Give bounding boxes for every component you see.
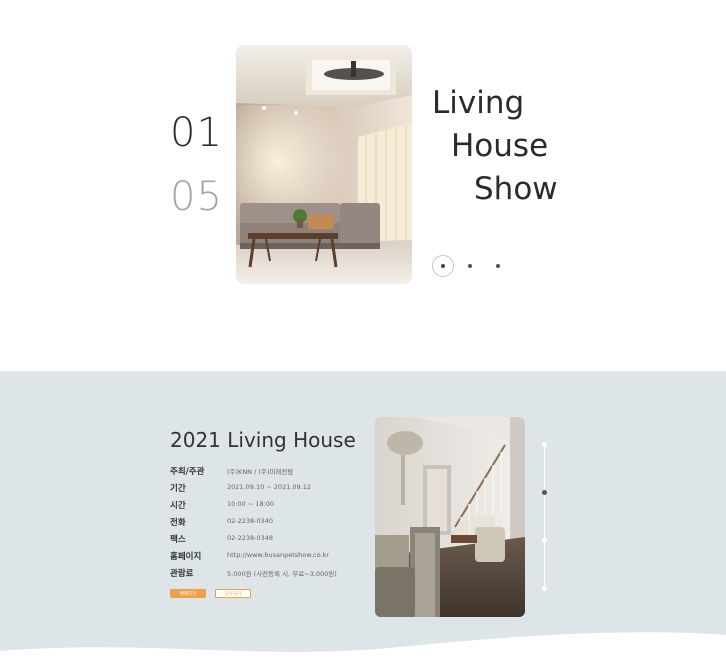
slide-dot-2[interactable] <box>459 255 481 277</box>
hero-title-line-3: Show <box>474 171 558 207</box>
living-room-illustration <box>236 45 412 284</box>
hero-title: Living House Show <box>432 82 558 211</box>
detail-label: 시간 <box>170 501 186 511</box>
event-title: 2021 Living House <box>170 428 356 452</box>
slide-dot-3[interactable] <box>487 255 509 277</box>
detail-value: (주)KNN / (주)미래전람 <box>227 468 294 476</box>
current-slide-number: 01 <box>170 110 223 156</box>
detail-value: 02-2238-0340 <box>227 517 274 525</box>
detail-label: 기간 <box>170 484 186 494</box>
hero-living-room-photo <box>236 45 412 284</box>
detail-label: 관람료 <box>170 569 194 579</box>
detail-label: 전화 <box>170 518 186 528</box>
interior-illustration <box>375 417 525 617</box>
detail-label: 팩스 <box>170 535 186 545</box>
homepage-link[interactable]: http://www.busanpetshow.co.kr <box>227 551 329 559</box>
section-pager-dot-4[interactable] <box>542 586 547 591</box>
detail-value: 10:00 ~ 18:00 <box>227 500 275 508</box>
event-info-section: 2021 Living House 주최/주관 (주)KNN / (주)미래전람… <box>0 371 726 666</box>
bottom-wave-decoration <box>0 632 726 666</box>
total-slide-number: 05 <box>170 174 223 220</box>
section-pager-dot-3[interactable] <box>542 538 547 543</box>
detail-label: 홈페이지 <box>170 552 202 562</box>
detail-value: 5,000원 (사전등록 시, 무료~3,000원) <box>227 570 337 578</box>
reserve-button[interactable]: 예매하기 <box>170 589 206 598</box>
hero-title-line-1: Living <box>432 85 525 121</box>
hero-section: 01 05 Living House Show <box>0 0 726 371</box>
detail-value: 02-2238-0348 <box>227 534 274 542</box>
slide-dot-1[interactable] <box>432 255 454 277</box>
share-button[interactable]: 공유하기 <box>215 589 251 598</box>
interior-staircase-photo <box>375 417 525 617</box>
detail-label: 주최/주관 <box>170 467 205 477</box>
section-pager-dot-1[interactable] <box>542 442 547 447</box>
section-pager-dot-2[interactable] <box>542 490 547 495</box>
section-pager-track <box>544 444 545 589</box>
detail-value: 2021.09.10 ~ 2021.09.12 <box>227 483 312 491</box>
hero-title-line-2: House <box>451 128 549 164</box>
